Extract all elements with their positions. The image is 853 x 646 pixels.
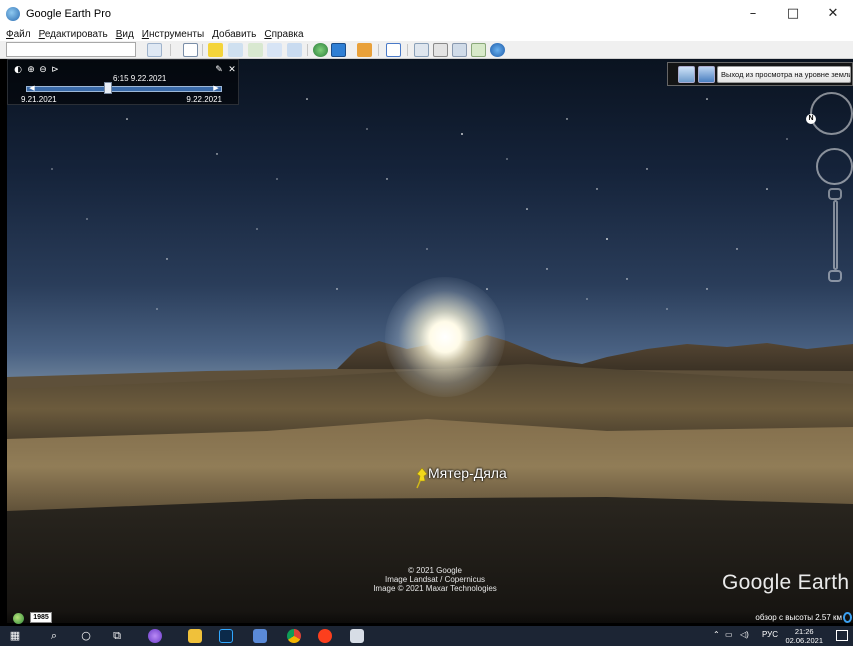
clock-date: 02.06.2021 xyxy=(785,636,823,645)
zoom-in-icon[interactable] xyxy=(828,188,842,200)
attribution-line: Image © 2021 Maxar Technologies xyxy=(373,584,497,593)
zoom-slider[interactable] xyxy=(833,200,838,270)
path-icon[interactable] xyxy=(248,43,263,57)
toolbar-separator xyxy=(202,44,203,56)
google-earth-logo: Google Earth xyxy=(722,571,850,594)
menu-view[interactable]: Вид xyxy=(116,29,134,40)
zoom-in-time-icon[interactable]: ⊕ xyxy=(26,65,36,75)
photo-view-icon[interactable] xyxy=(698,66,715,83)
print-icon[interactable] xyxy=(433,43,448,57)
photoshop-icon[interactable] xyxy=(219,629,233,643)
history-icon[interactable] xyxy=(313,43,328,57)
polygon-icon[interactable] xyxy=(228,43,243,57)
exit-ground-view-button[interactable]: Выход из просмотра на уровне земли xyxy=(717,66,851,83)
settings-wrench-icon[interactable]: ✎ xyxy=(214,65,224,75)
tray-chevron-icon[interactable]: ⌃ xyxy=(713,630,720,639)
taskbar: ▦ ⌕ ○ ⧉ ⌃ ▭ ◁) РУС 21:26 02.06.2021 xyxy=(0,626,853,646)
dune-front xyxy=(7,497,853,623)
alice-icon[interactable] xyxy=(148,629,162,643)
step-forward-icon[interactable]: ▶ xyxy=(212,84,220,93)
zoom-out-time-icon[interactable]: ⊖ xyxy=(38,65,48,75)
clock-icon[interactable]: ◐ xyxy=(13,65,23,75)
menu-file[interactable]: Файл xyxy=(6,29,31,40)
look-joystick[interactable] xyxy=(810,92,853,135)
yandex-browser-icon[interactable] xyxy=(318,629,332,643)
toolbar-separator xyxy=(407,44,408,56)
minimize-button[interactable]: – xyxy=(733,0,773,27)
animate-icon[interactable]: ⊳ xyxy=(50,65,60,75)
time-slider-panel: ◐ ⊕ ⊖ ⊳ ✎ ✕ 6:15 9.22.2021 ◀ ▶ 9.21.2021… xyxy=(7,59,239,105)
person-icon[interactable] xyxy=(678,66,695,83)
notifications-icon[interactable] xyxy=(836,630,848,641)
save-image-icon[interactable] xyxy=(452,43,467,57)
menu-help[interactable]: Справка xyxy=(264,29,303,40)
step-back-icon[interactable]: ◀ xyxy=(28,84,36,93)
overlay-icon[interactable] xyxy=(267,43,282,57)
toolbar-separator xyxy=(378,44,379,56)
close-time-icon[interactable]: ✕ xyxy=(227,65,237,75)
email-icon[interactable] xyxy=(414,43,429,57)
attribution-line: © 2021 Google xyxy=(408,566,462,575)
sidebar-icon[interactable] xyxy=(183,43,198,57)
window-controls: – □ ✕ xyxy=(733,0,853,27)
placemark-icon[interactable] xyxy=(208,43,223,57)
toolbar xyxy=(0,41,853,59)
file-explorer-icon[interactable] xyxy=(188,629,202,643)
ground-view-panel: Выход из просмотра на уровне земли xyxy=(667,62,853,86)
windows-start-icon[interactable]: ▦ xyxy=(8,629,22,643)
toolbar-separator xyxy=(307,44,308,56)
placemark-label[interactable]: Мятер-Дяла xyxy=(428,465,507,481)
search-input[interactable] xyxy=(6,42,136,57)
north-button[interactable]: N xyxy=(806,114,816,124)
maps-icon[interactable] xyxy=(471,43,486,57)
sun xyxy=(385,277,505,397)
close-button[interactable]: ✕ xyxy=(813,0,853,27)
google-earth-icon xyxy=(6,6,20,21)
title-bar: Google Earth Pro – □ ✕ xyxy=(0,0,853,27)
network-app-icon[interactable] xyxy=(350,629,364,643)
imagery-attribution: © 2021 Google Image Landsat / Copernicus… xyxy=(340,566,530,593)
menu-add[interactable]: Добавить xyxy=(212,29,256,40)
move-joystick[interactable] xyxy=(816,148,853,185)
clock[interactable]: 21:26 02.06.2021 xyxy=(785,627,823,645)
tour-icon[interactable] xyxy=(287,43,302,57)
time-slider-track[interactable] xyxy=(26,86,222,92)
time-current-label: 6:15 9.22.2021 xyxy=(113,74,167,83)
language-indicator[interactable]: РУС xyxy=(762,630,778,639)
maximize-button[interactable]: □ xyxy=(773,0,813,27)
window-title: Google Earth Pro xyxy=(26,7,111,20)
ruler-icon[interactable] xyxy=(386,43,401,57)
imagery-year: 1985 xyxy=(30,612,52,623)
menu-bar: Файл Редактировать Вид Инструменты Добав… xyxy=(0,27,853,41)
attribution-line: Image Landsat / Copernicus xyxy=(384,575,486,584)
network-icon[interactable]: ▭ xyxy=(725,630,733,639)
sun-icon[interactable] xyxy=(331,43,346,57)
earth-3d-view[interactable] xyxy=(7,59,853,623)
altitude-readout: обзор с высоты 2.57 км xyxy=(755,613,842,622)
time-slider-thumb[interactable] xyxy=(104,82,113,94)
stars xyxy=(51,98,788,310)
menu-edit[interactable]: Редактировать xyxy=(39,29,108,40)
clock-time: 21:26 xyxy=(794,627,814,636)
chrome-icon[interactable] xyxy=(287,629,301,643)
planets-icon[interactable] xyxy=(357,43,372,57)
status-bar xyxy=(0,611,853,626)
earth-icon[interactable] xyxy=(490,43,505,57)
time-end-label: 9.22.2021 xyxy=(186,95,222,104)
historical-imagery-icon[interactable] xyxy=(13,613,24,624)
menu-tools[interactable]: Инструменты xyxy=(142,29,204,40)
edge-app-icon[interactable] xyxy=(253,629,267,643)
time-start-label: 9.21.2021 xyxy=(21,95,57,104)
search-icon[interactable]: ⌕ xyxy=(47,629,61,643)
search-icon[interactable] xyxy=(147,43,162,57)
task-view-icon[interactable]: ⧉ xyxy=(110,629,124,643)
zoom-out-icon[interactable] xyxy=(828,270,842,282)
streaming-icon xyxy=(843,612,852,623)
cortana-icon[interactable]: ○ xyxy=(79,629,93,643)
toolbar-separator xyxy=(170,44,171,56)
volume-icon[interactable]: ◁) xyxy=(740,630,749,639)
